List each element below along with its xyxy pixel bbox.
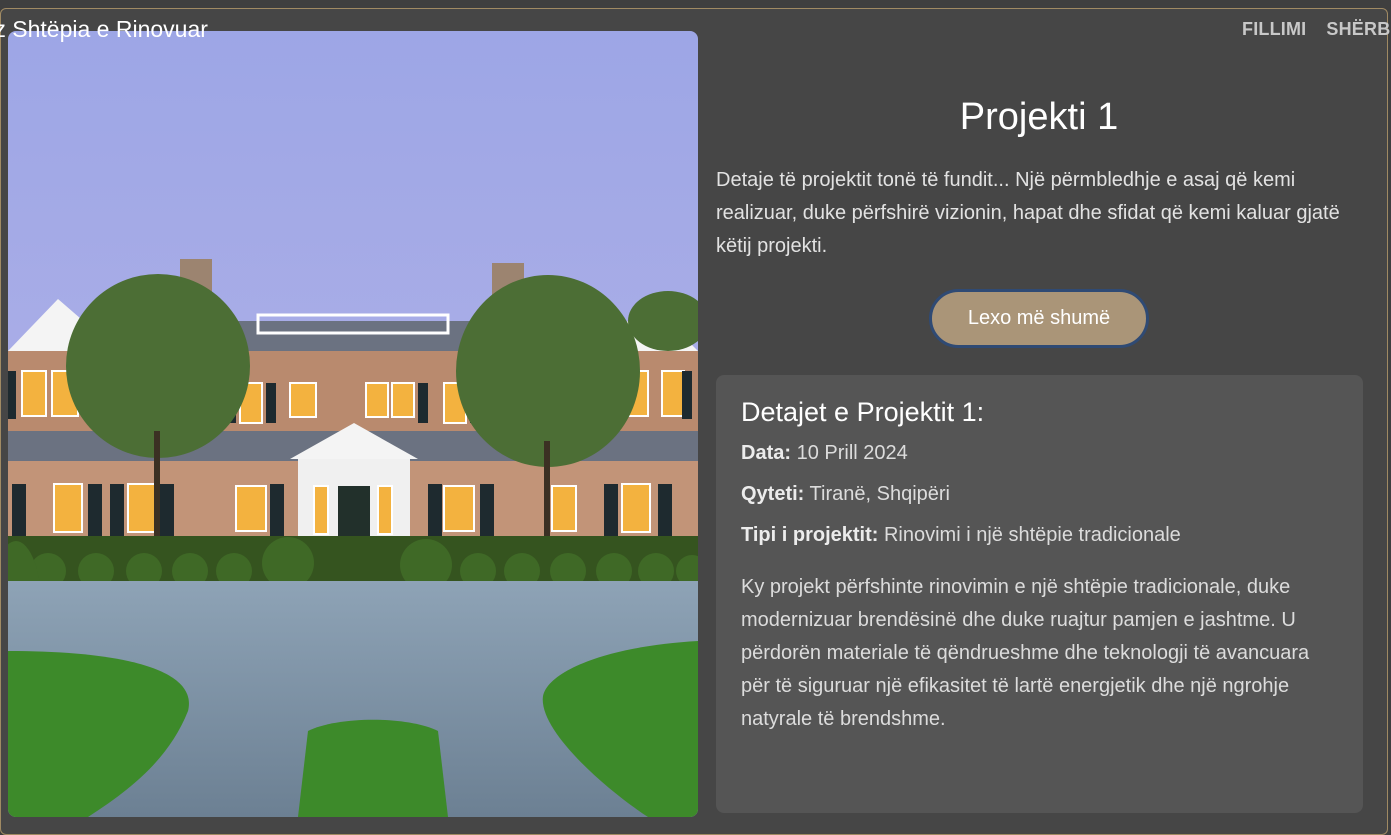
project-description: Detaje të projektit tonë të fundit... Nj…	[716, 169, 1340, 257]
project-summary: Projekti 1 Detaje të projektit tonë të f…	[716, 90, 1362, 348]
detail-city: Qyteti: Tiranë, Shqipëri	[741, 483, 1338, 506]
detail-date-value: 10 Prill 2024	[796, 442, 908, 464]
main-nav: FILLIMI SHËRB	[1242, 19, 1390, 40]
details-heading: Detajet e Projektit 1:	[741, 397, 985, 427]
nav-item-home[interactable]: FILLIMI	[1242, 19, 1306, 40]
project-photo	[8, 31, 698, 817]
detail-date-label: Data:	[741, 442, 792, 464]
detail-city-value: Tiranë, Shqipëri	[809, 483, 950, 505]
detail-description: Ky projekt përfshinte rinovimin e një sh…	[741, 576, 1310, 730]
site-title[interactable]: tz Shtëpia e Rinovuar	[0, 16, 208, 43]
detail-type-label: Tipi i projektit:	[741, 524, 879, 546]
detail-city-label: Qyteti:	[741, 483, 805, 505]
nav-item-services[interactable]: SHËRB	[1326, 19, 1390, 40]
detail-type-value: Rinovimi i një shtëpie tradicionale	[883, 524, 1181, 546]
detail-date: Data: 10 Prill 2024	[741, 442, 1338, 465]
read-more-button[interactable]: Lexo më shumë	[928, 289, 1150, 348]
project-details-card: Detajet e Projektit 1: Data: 10 Prill 20…	[716, 375, 1363, 813]
button-wrap: Lexo më shumë	[716, 289, 1362, 348]
project-title: Projekti 1	[959, 96, 1119, 138]
detail-type: Tipi i projektit: Rinovimi i një shtëpie…	[741, 524, 1338, 547]
